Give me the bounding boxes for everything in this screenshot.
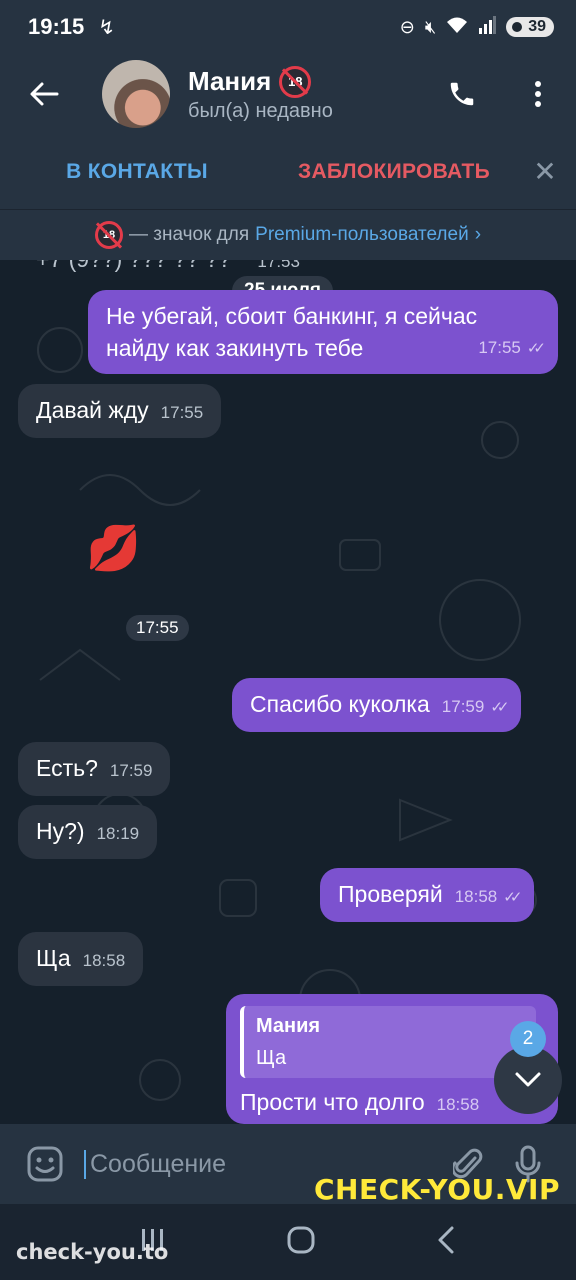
- message-text: Есть?: [36, 755, 98, 781]
- avatar[interactable]: [102, 60, 170, 128]
- add-to-contacts-button[interactable]: В КОНТАКТЫ: [0, 160, 274, 184]
- watermark-left: check-you.to: [16, 1240, 169, 1264]
- contact-status: был(а) недавно: [188, 99, 333, 122]
- premium-info-bar[interactable]: 18 — значок для Premium-пользователей ›: [0, 210, 576, 260]
- message-time: 18:58: [454, 887, 498, 906]
- battery-indicator: 39: [506, 17, 554, 37]
- adult-badge-icon: 18: [279, 65, 312, 98]
- premium-text: — значок для: [128, 224, 250, 245]
- partial-message-time: 17:53: [257, 260, 300, 271]
- message-text: Спасибо куколка: [250, 691, 430, 717]
- contact-info[interactable]: Мания 18 был(а) недавно: [188, 65, 333, 123]
- reply-quote[interactable]: Мания Ща: [240, 1006, 536, 1078]
- incoming-message[interactable]: Ну?) 18:19: [18, 805, 158, 859]
- partial-message-text: +7 (9??) ??? ?? ?? 17:53: [36, 260, 300, 273]
- message-text-line-2: найду как закинуть тебе 17:55 ✓✓: [106, 332, 546, 365]
- premium-link[interactable]: Premium-пользователей: [255, 224, 469, 246]
- message-time: 18:58: [82, 951, 126, 970]
- call-button[interactable]: [424, 54, 500, 134]
- message-time: 17:55: [478, 338, 521, 357]
- back-button[interactable]: [0, 54, 88, 134]
- more-vertical-icon: [535, 81, 541, 107]
- chevron-down-icon: [515, 1072, 541, 1087]
- status-bar: 19:15 ↯ ⊖ 🔇︎ 39: [0, 0, 576, 54]
- message-time: 17:59: [109, 761, 153, 780]
- incoming-message[interactable]: Давай жду 17:55: [18, 384, 222, 438]
- outgoing-message[interactable]: Проверяй 18:58 ✓✓: [320, 868, 535, 922]
- badge-text: 18: [102, 229, 116, 241]
- header-actions: [424, 54, 576, 134]
- signal-icon: [478, 15, 497, 39]
- sticker-time: 17:55: [126, 615, 189, 641]
- badge-text: 18: [288, 74, 303, 89]
- sticker-smile-icon: [27, 1146, 63, 1182]
- arrow-left-icon: [30, 82, 59, 106]
- chevron-right-icon: ›: [474, 224, 482, 245]
- contact-name-row: Мания 18: [188, 65, 333, 98]
- message-text: Проверяй: [338, 881, 443, 907]
- wifi-icon: [446, 16, 468, 39]
- reply-text: Ща: [256, 1047, 287, 1069]
- message-text: Давай жду: [36, 397, 149, 423]
- read-ticks-icon: ✓✓: [503, 889, 522, 906]
- message-text-line-1: Не убегай, сбоит банкинг, я сейчас: [106, 303, 478, 329]
- block-user-button[interactable]: ЗАБЛОКИРОВАТЬ: [274, 160, 514, 184]
- mute-icon: 🔇︎: [424, 16, 437, 37]
- status-icons: ⊖ 🔇︎ 39: [399, 15, 554, 39]
- message-meta: 17:55 ✓✓: [478, 332, 546, 365]
- unread-count-badge: 2: [510, 1021, 546, 1057]
- contact-name: Мания: [188, 66, 272, 96]
- reply-author: Мания: [256, 1015, 321, 1037]
- dnd-icon: ⊖: [399, 16, 415, 37]
- system-back-button[interactable]: [436, 1225, 456, 1260]
- emoji-button[interactable]: [18, 1145, 72, 1183]
- home-button[interactable]: [286, 1225, 316, 1260]
- message-text-line-2-body: найду как закинуть тебе: [106, 335, 364, 361]
- message-time: 17:59: [441, 697, 485, 716]
- message-text: Ща: [36, 945, 71, 971]
- partial-message-body: +7 (9??) ??? ?? ??: [36, 260, 231, 272]
- message-text: Прости что долго: [240, 1089, 425, 1115]
- chat-messages-area[interactable]: +7 (9??) ??? ?? ?? 17:53 25 июля Не убег…: [0, 260, 576, 1124]
- watermark-right: CHECK-YOU.VIP: [314, 1173, 560, 1206]
- incoming-message[interactable]: Ща 18:58: [18, 932, 144, 986]
- outgoing-message[interactable]: Не убегай, сбоит банкинг, я сейчас найду…: [88, 290, 558, 374]
- missed-call-icon: ↯: [98, 16, 116, 39]
- kiss-sticker: 💋: [86, 524, 141, 573]
- phone-icon: [450, 82, 474, 106]
- incoming-message[interactable]: Есть? 17:59: [18, 742, 171, 796]
- more-menu-button[interactable]: [500, 54, 576, 134]
- message-time: 18:19: [96, 824, 140, 843]
- read-ticks-icon: ✓✓: [526, 340, 546, 357]
- close-icon: ✕: [533, 156, 557, 187]
- close-action-bar-button[interactable]: ✕: [514, 155, 576, 188]
- adult-badge-icon: 18: [94, 221, 123, 249]
- message-time: 17:55: [160, 403, 204, 422]
- chat-header: Мания 18 был(а) недавно: [0, 54, 576, 134]
- outgoing-message[interactable]: Спасибо куколка 17:59 ✓✓: [232, 678, 522, 732]
- read-ticks-icon: ✓✓: [490, 699, 509, 716]
- contact-action-bar: В КОНТАКТЫ ЗАБЛОКИРОВАТЬ ✕: [0, 134, 576, 210]
- home-icon: [287, 1226, 315, 1253]
- message-time: 18:58: [436, 1095, 480, 1114]
- status-time: 19:15: [28, 14, 85, 39]
- sticker-message[interactable]: 💋: [86, 522, 141, 574]
- back-chevron-icon: [438, 1226, 454, 1253]
- message-text: Ну?): [36, 818, 85, 844]
